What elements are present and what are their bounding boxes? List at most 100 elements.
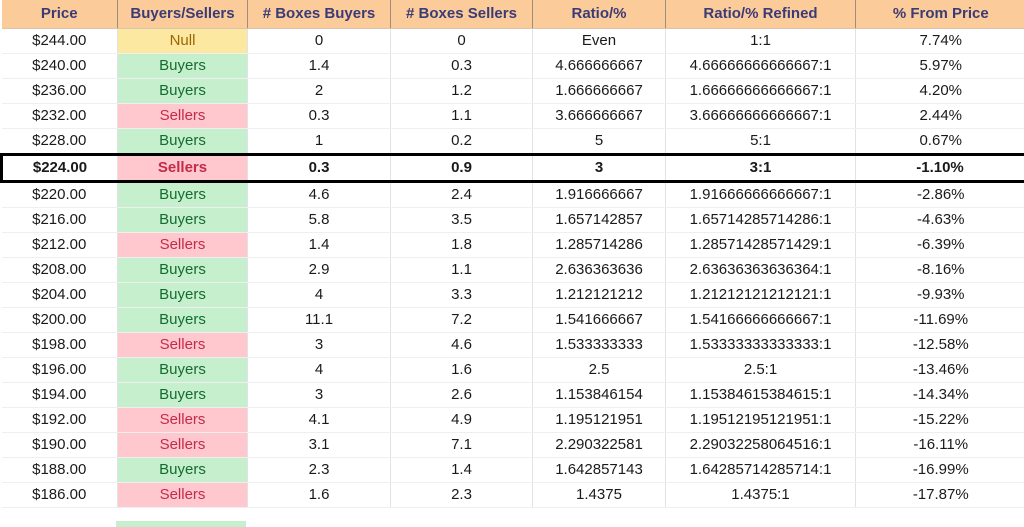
cell-price: $200.00 (1, 307, 118, 333)
cell-boxes-buyers: 1.4 (247, 53, 391, 79)
cell-ratio-pct: 1.666666667 (532, 78, 666, 104)
cell-buyers-sellers: Buyers (117, 257, 248, 283)
table-row[interactable]: $216.00 Buyers 5.8 3.5 1.657142857 1.65714285… (1, 207, 1024, 233)
cell-buyers-sellers: Sellers (117, 103, 248, 129)
table-row[interactable]: $204.00 Buyers 4 3.3 1.212121212 1.2121212121… (1, 282, 1024, 308)
cell-boxes-sellers: 4.6 (390, 332, 533, 358)
cell-boxes-buyers: 2.3 (247, 457, 391, 483)
table-row[interactable]: $198.00 Sellers 3 4.6 1.533333333 1.533333333… (1, 332, 1024, 358)
table-row[interactable]: $236.00 Buyers 2 1.2 1.666666667 1.6666666666… (1, 78, 1024, 104)
cell-ratio-pct-refined: 4.66666666666667:1 (665, 53, 856, 79)
cell-buyers-sellers: Buyers (117, 207, 248, 233)
cell-boxes-sellers: 0 (390, 28, 533, 54)
cell-pct-from-price: -15.22% (855, 407, 1024, 433)
table-row[interactable]: $196.00 Buyers 4 1.6 2.5 2.5:1 -13.46% (1, 357, 1024, 383)
cell-pct-from-price: 7.74% (855, 28, 1024, 54)
cell-buyers-sellers: Sellers (117, 407, 248, 433)
cell-ratio-pct: 1.212121212 (532, 282, 666, 308)
spreadsheet-view: Price Buyers/Sellers # Boxes Buyers # Bo… (0, 0, 1024, 527)
cell-buyers-sellers: Buyers (117, 53, 248, 79)
table-row[interactable]: $240.00 Buyers 1.4 0.3 4.666666667 4.66666666… (1, 53, 1024, 79)
cell-boxes-sellers: 1.2 (390, 78, 533, 104)
cell-boxes-buyers: 3.1 (247, 432, 391, 458)
cell-ratio-pct-refined: 1.64285714285714:1 (665, 457, 856, 483)
cell-pct-from-price: -2.86% (855, 181, 1024, 208)
cell-boxes-sellers: 0.3 (390, 53, 533, 79)
column-header-ratio-pct[interactable]: Ratio/% (532, 0, 666, 29)
cell-buyers-sellers: Buyers (117, 382, 248, 408)
column-header-ratio-pct-refined[interactable]: Ratio/% Refined (665, 0, 856, 29)
table-row[interactable]: $232.00 Sellers 0.3 1.1 3.666666667 3.6666666… (1, 103, 1024, 129)
cell-boxes-buyers: 4 (247, 357, 391, 383)
table-row[interactable]: $212.00 Sellers 1.4 1.8 1.285714286 1.2857142… (1, 232, 1024, 258)
cell-buyers-sellers: Sellers (117, 482, 248, 508)
table-row[interactable]: $190.00 Sellers 3.1 7.1 2.290322581 2.2903225… (1, 432, 1024, 458)
column-header-boxes-buyers[interactable]: # Boxes Buyers (247, 0, 391, 29)
cell-buyers-sellers: Buyers (117, 181, 248, 208)
header-row: Price Buyers/Sellers # Boxes Buyers # Bo… (1, 0, 1024, 29)
clipped-next-row-sliver (116, 521, 246, 527)
cell-buyers-sellers: Buyers (117, 457, 248, 483)
table-row[interactable]: $188.00 Buyers 2.3 1.4 1.642857143 1.64285714… (1, 457, 1024, 483)
cell-boxes-buyers: 3 (247, 382, 391, 408)
cell-price: $194.00 (1, 382, 118, 408)
column-header-price[interactable]: Price (1, 0, 118, 29)
cell-boxes-buyers: 2 (247, 78, 391, 104)
cell-ratio-pct-refined: 1.66666666666667:1 (665, 78, 856, 104)
cell-ratio-pct-refined: 1.53333333333333:1 (665, 332, 856, 358)
column-header-boxes-sellers[interactable]: # Boxes Sellers (390, 0, 533, 29)
cell-price: $228.00 (1, 128, 118, 155)
cell-boxes-buyers: 4.6 (247, 181, 391, 208)
cell-ratio-pct: 1.533333333 (532, 332, 666, 358)
cell-pct-from-price: -12.58% (855, 332, 1024, 358)
table-row[interactable]: $244.00 Null 0 0 Even 1:1 7.74% (1, 28, 1024, 54)
column-header-buyers-sellers[interactable]: Buyers/Sellers (117, 0, 248, 29)
cell-boxes-sellers: 0.2 (390, 128, 533, 155)
cell-boxes-sellers: 4.9 (390, 407, 533, 433)
cell-ratio-pct: 1.4375 (532, 482, 666, 508)
cell-boxes-buyers: 2.9 (247, 257, 391, 283)
table-row[interactable]: $220.00 Buyers 4.6 2.4 1.916666667 1.91666666… (1, 181, 1024, 208)
table-row[interactable]: $200.00 Buyers 11.1 7.2 1.541666667 1.5416666… (1, 307, 1024, 333)
cell-boxes-sellers: 1.8 (390, 232, 533, 258)
cell-price: $204.00 (1, 282, 118, 308)
cell-price: $198.00 (1, 332, 118, 358)
cell-pct-from-price: -9.93% (855, 282, 1024, 308)
table-header: Price Buyers/Sellers # Boxes Buyers # Bo… (1, 0, 1024, 29)
cell-pct-from-price: -8.16% (855, 257, 1024, 283)
cell-boxes-buyers: 3 (247, 332, 391, 358)
cell-ratio-pct-refined: 1.28571428571429:1 (665, 232, 856, 258)
cell-pct-from-price: 5.97% (855, 53, 1024, 79)
cell-ratio-pct-refined: 2.29032258064516:1 (665, 432, 856, 458)
cell-ratio-pct-refined: 3.66666666666667:1 (665, 103, 856, 129)
cell-boxes-buyers: 4.1 (247, 407, 391, 433)
cell-pct-from-price: -14.34% (855, 382, 1024, 408)
table-row[interactable]: $194.00 Buyers 3 2.6 1.153846154 1.1538461538… (1, 382, 1024, 408)
cell-ratio-pct-refined: 3:1 (665, 153, 856, 183)
column-header-pct-from-price[interactable]: % From Price (855, 0, 1024, 29)
table-row[interactable]: $208.00 Buyers 2.9 1.1 2.636363636 2.63636363… (1, 257, 1024, 283)
cell-buyers-sellers: Sellers (117, 153, 248, 183)
cell-boxes-buyers: 0.3 (247, 103, 391, 129)
cell-ratio-pct: Even (532, 28, 666, 54)
cell-ratio-pct: 3.666666667 (532, 103, 666, 129)
cell-buyers-sellers: Null (117, 28, 248, 54)
cell-price: $188.00 (1, 457, 118, 483)
cell-price: $192.00 (1, 407, 118, 433)
table-row[interactable]: $224.00 Sellers 0.3 0.9 3 3:1 -1.10% (0, 153, 1024, 183)
cell-ratio-pct-refined: 2.63636363636364:1 (665, 257, 856, 283)
cell-pct-from-price: 4.20% (855, 78, 1024, 104)
table-row[interactable]: $228.00 Buyers 1 0.2 5 5:1 0.67% (1, 128, 1024, 155)
cell-boxes-sellers: 2.4 (390, 181, 533, 208)
cell-boxes-sellers: 3.3 (390, 282, 533, 308)
cell-pct-from-price: -16.99% (855, 457, 1024, 483)
cell-boxes-sellers: 1.4 (390, 457, 533, 483)
table-row[interactable]: $192.00 Sellers 4.1 4.9 1.195121951 1.1951219… (1, 407, 1024, 433)
cell-price: $236.00 (1, 78, 118, 104)
cell-ratio-pct: 1.195121951 (532, 407, 666, 433)
cell-ratio-pct: 1.285714286 (532, 232, 666, 258)
cell-pct-from-price: -13.46% (855, 357, 1024, 383)
table-row[interactable]: $186.00 Sellers 1.6 2.3 1.4375 1.4375:1 -17.87… (1, 482, 1024, 508)
cell-buyers-sellers: Buyers (117, 282, 248, 308)
cell-buyers-sellers: Buyers (117, 78, 248, 104)
